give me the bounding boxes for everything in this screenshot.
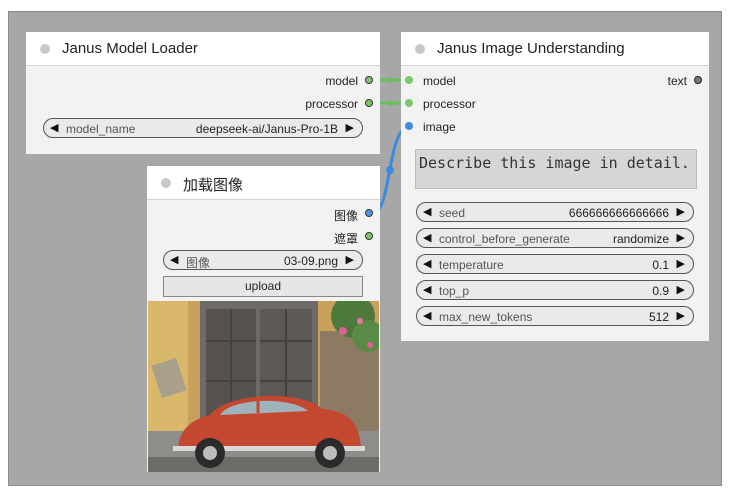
widget-name: control_before_generate: [439, 232, 570, 246]
temperature-number-widget[interactable]: ◀ temperature 0.1 ▶: [416, 254, 694, 274]
output-slot-image-icon[interactable]: [365, 209, 373, 217]
prev-arrow-icon[interactable]: ◀: [170, 253, 178, 266]
widget-name: model_name: [66, 122, 136, 136]
next-arrow-icon[interactable]: ▶: [677, 231, 685, 244]
node-load-image[interactable]: 加载图像 图像 遮罩 ◀ 图像 03-09.png ▶ upload: [147, 166, 380, 472]
increment-arrow-icon[interactable]: ▶: [677, 205, 685, 218]
widget-name: 图像: [186, 256, 211, 270]
top-p-number-widget[interactable]: ◀ top_p 0.9 ▶: [416, 280, 694, 300]
node-janus-model-loader[interactable]: Janus Model Loader model processor ◀ mod…: [26, 32, 380, 154]
widget-value: 0.1: [652, 258, 669, 272]
decrement-arrow-icon[interactable]: ◀: [423, 205, 431, 218]
input-label-processor: processor: [423, 97, 476, 111]
question-textarea[interactable]: Describe this image in detail.: [415, 149, 697, 189]
input-slot-model-icon[interactable]: [405, 76, 413, 84]
input-slot-image-icon[interactable]: [405, 122, 413, 130]
collapse-dot-icon[interactable]: [40, 44, 50, 54]
link-image-midpoint: [386, 166, 394, 174]
decrement-arrow-icon[interactable]: ◀: [423, 283, 431, 296]
widget-value: 666666666666666: [568, 206, 669, 220]
input-label-image: image: [423, 120, 456, 134]
widget-value: randomize: [612, 232, 669, 246]
increment-arrow-icon[interactable]: ▶: [677, 283, 685, 296]
prev-arrow-icon[interactable]: ◀: [50, 121, 58, 134]
output-label-model: model: [325, 74, 358, 88]
node-title: Janus Model Loader: [62, 40, 198, 57]
output-label-image: 图像: [333, 209, 358, 223]
upload-button[interactable]: upload: [163, 276, 363, 297]
next-arrow-icon[interactable]: ▶: [346, 253, 354, 266]
control-before-generate-combo[interactable]: ◀ control_before_generate randomize ▶: [416, 228, 694, 248]
model-name-combo[interactable]: ◀ model_name deepseek-ai/Janus-Pro-1B ▶: [43, 118, 363, 138]
widget-value: 512: [648, 310, 669, 324]
max-new-tokens-number-widget[interactable]: ◀ max_new_tokens 512 ▶: [416, 306, 694, 326]
increment-arrow-icon[interactable]: ▶: [677, 257, 685, 270]
decrement-arrow-icon[interactable]: ◀: [423, 257, 431, 270]
collapse-dot-icon[interactable]: [161, 178, 171, 188]
seed-number-widget[interactable]: ◀ seed 666666666666666 ▶: [416, 202, 694, 222]
output-slot-processor-icon[interactable]: [365, 99, 373, 107]
node-header[interactable]: Janus Model Loader: [26, 32, 380, 66]
output-label-mask: 遮罩: [333, 232, 358, 246]
widget-value: 0.9: [652, 284, 669, 298]
widget-name: top_p: [439, 284, 470, 298]
node-janus-image-understanding[interactable]: Janus Image Understanding model processo…: [401, 32, 709, 341]
output-label-processor: processor: [305, 97, 358, 111]
next-arrow-icon[interactable]: ▶: [346, 121, 354, 134]
widget-value: deepseek-ai/Janus-Pro-1B: [195, 122, 338, 136]
decrement-arrow-icon[interactable]: ◀: [423, 309, 431, 322]
output-label-text: text: [667, 74, 687, 88]
widget-name: seed: [439, 206, 466, 220]
input-slot-processor-icon[interactable]: [405, 99, 413, 107]
link-processor-midpoint: [387, 100, 393, 106]
link-model-midpoint: [387, 77, 393, 83]
node-title: Janus Image Understanding: [437, 40, 625, 57]
output-slot-text-icon[interactable]: [694, 76, 702, 84]
image-preview: [148, 301, 379, 472]
widget-name: temperature: [439, 258, 504, 272]
node-header[interactable]: Janus Image Understanding: [401, 32, 709, 66]
node-title: 加载图像: [183, 177, 244, 194]
output-slot-model-icon[interactable]: [365, 76, 373, 84]
image-file-combo[interactable]: ◀ 图像 03-09.png ▶: [163, 250, 363, 270]
collapse-dot-icon[interactable]: [415, 44, 425, 54]
widget-name: max_new_tokens: [439, 310, 533, 324]
output-slot-mask-icon[interactable]: [365, 232, 373, 240]
input-label-model: model: [423, 74, 456, 88]
node-header[interactable]: 加载图像: [147, 166, 380, 200]
widget-value: 03-09.png: [283, 254, 338, 268]
prev-arrow-icon[interactable]: ◀: [423, 231, 431, 244]
graph-canvas[interactable]: Janus Model Loader model processor ◀ mod…: [8, 11, 722, 486]
increment-arrow-icon[interactable]: ▶: [677, 309, 685, 322]
